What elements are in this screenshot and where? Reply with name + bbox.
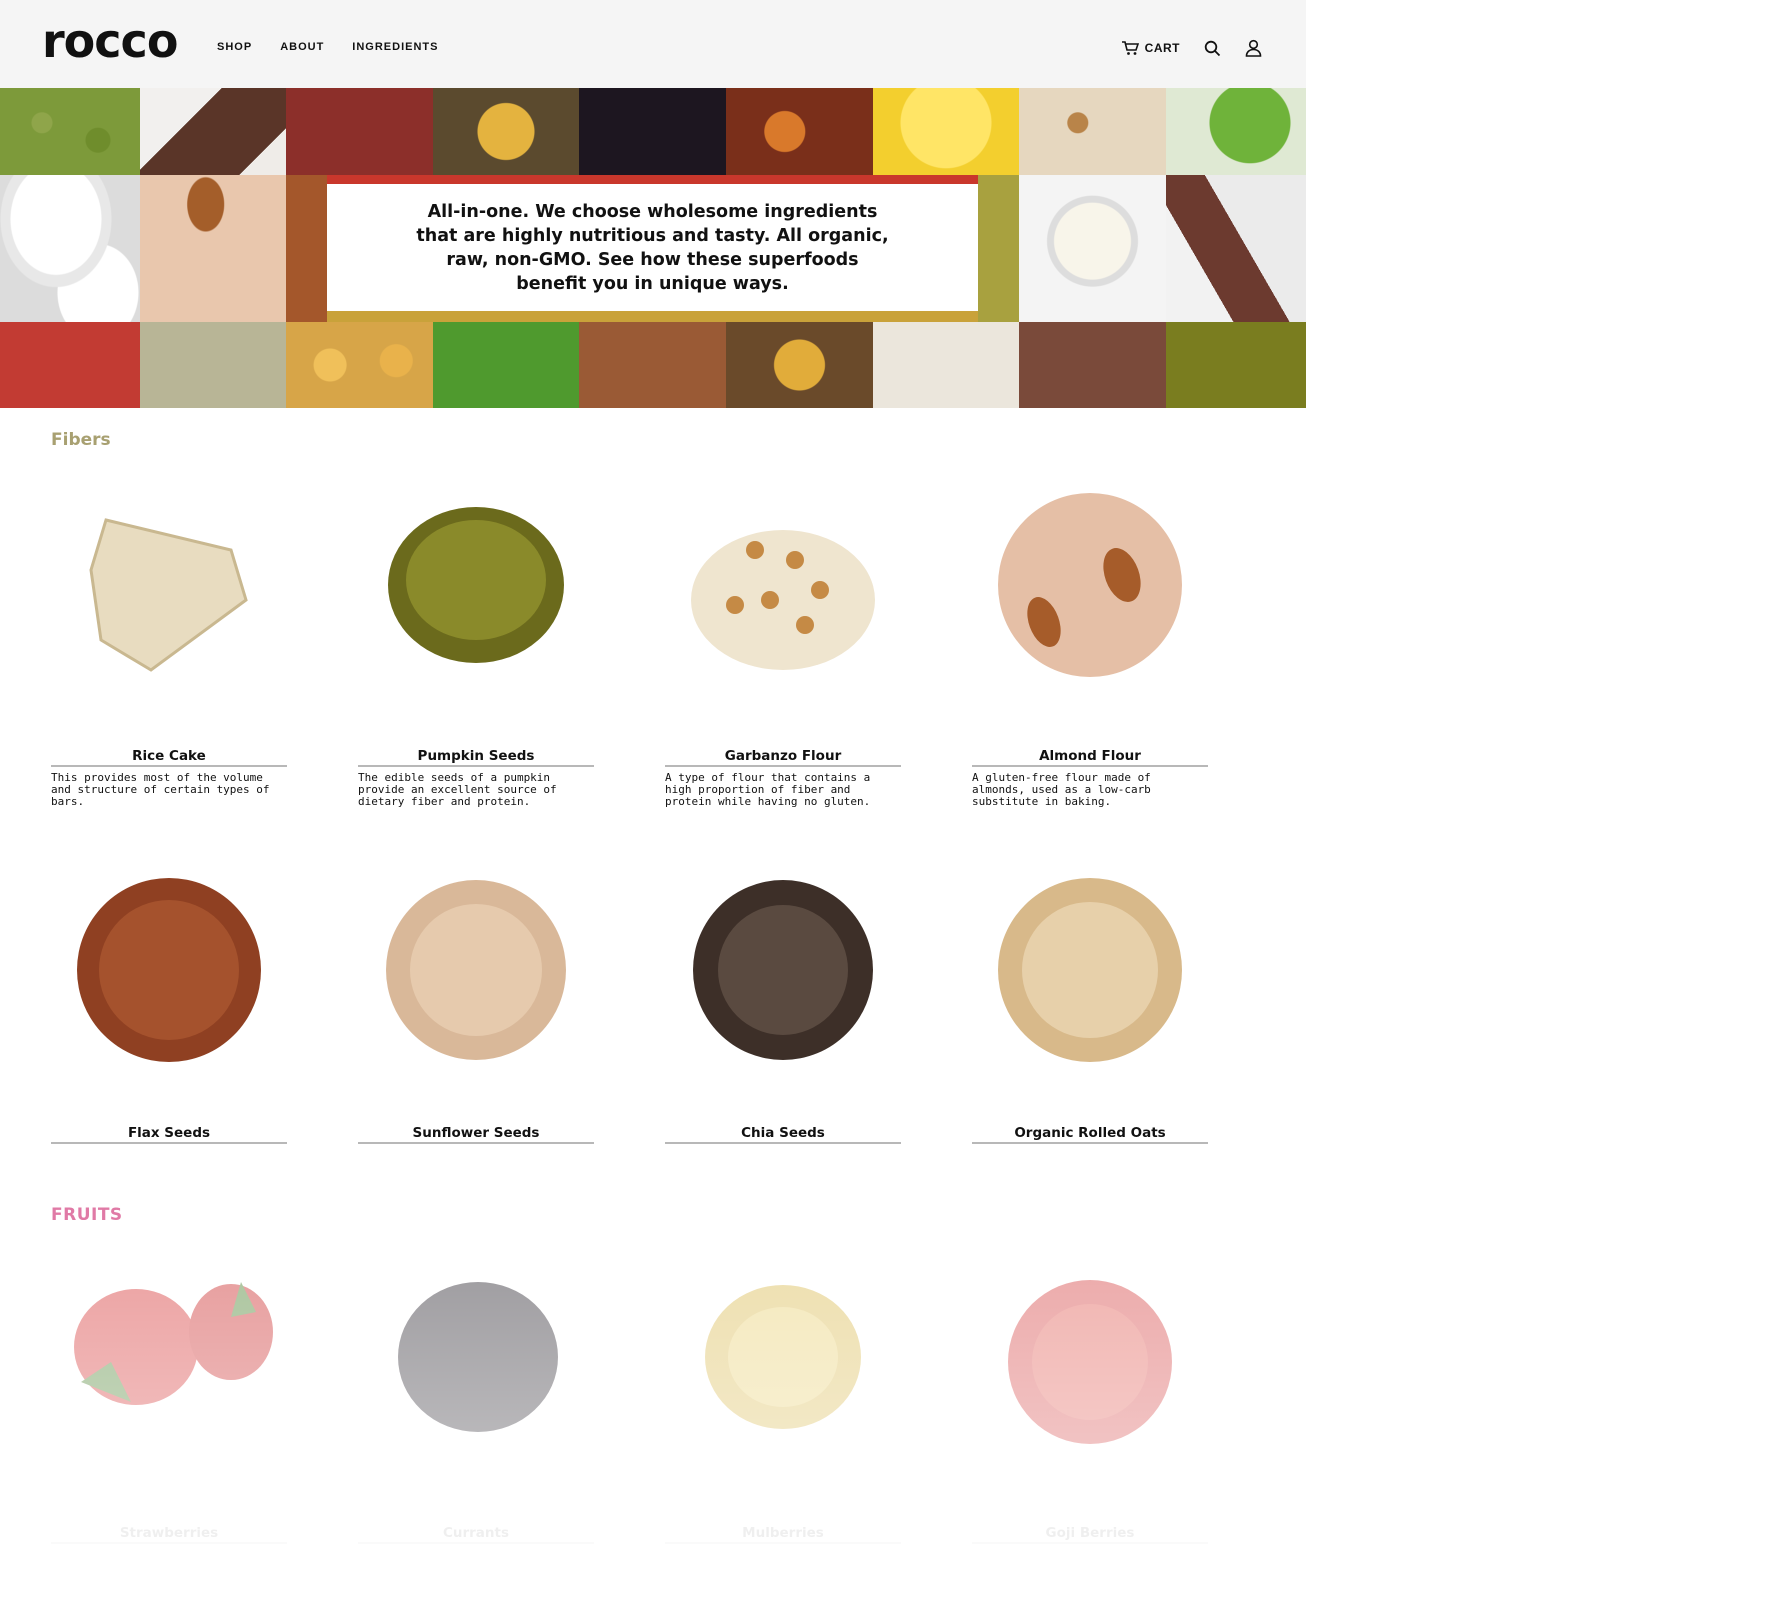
tile-eggs (0, 175, 140, 322)
main-nav: SHOP ABOUT INGREDIENTS (217, 41, 438, 53)
logo[interactable]: rocco (42, 18, 178, 64)
header-actions: CART (1121, 39, 1262, 57)
divider (51, 765, 287, 767)
strawberries-image (61, 1262, 277, 1478)
hero-mosaic: All-in-one. We choose wholesome ingredie… (0, 88, 1306, 408)
nav-shop[interactable]: SHOP (217, 41, 252, 53)
ingredient-name: Pumpkin Seeds (417, 748, 535, 764)
ingredient-name: Sunflower Seeds (412, 1125, 540, 1141)
hero-text: All-in-one. We choose wholesome ingredie… (416, 201, 889, 294)
ingredient-name: Garbanzo Flour (724, 748, 842, 764)
tile-hazelnut-flour (1019, 88, 1166, 175)
ingredient-name: Strawberries (119, 1525, 219, 1541)
rice-cake-image (61, 480, 277, 696)
hero-text-box: All-in-one. We choose wholesome ingredie… (327, 184, 978, 311)
cart-label: CART (1144, 41, 1180, 55)
tile-pumpkin-seeds (1166, 322, 1306, 408)
divider (972, 765, 1208, 767)
cart-icon (1121, 40, 1139, 56)
tile-green-peas (0, 88, 140, 175)
ingredient-desc: The edible seeds of a pumpkin provide an… (358, 771, 557, 808)
ingredient-name: Mulberries (742, 1525, 824, 1541)
account-icon[interactable] (1245, 39, 1262, 57)
ingredient-name: Flax Seeds (127, 1125, 211, 1141)
ingredient-desc: This provides most of the volume and str… (51, 771, 270, 808)
tile-vanilla-flower (1019, 175, 1166, 322)
tile-dried-fruit-2 (726, 322, 873, 408)
currants-image (368, 1262, 584, 1478)
tile-rice (873, 322, 1019, 408)
flax-seeds-image (61, 862, 277, 1078)
tile-cacao (1019, 322, 1166, 408)
divider (665, 1142, 901, 1144)
tile-chocolate (140, 88, 286, 175)
nav-ingredients[interactable]: INGREDIENTS (352, 41, 438, 53)
divider (358, 1142, 594, 1144)
almond-flour-image (982, 480, 1198, 696)
divider (665, 1542, 901, 1544)
cart-button[interactable]: CART (1121, 40, 1180, 56)
tile-almond-flour (140, 175, 286, 322)
ingredient-name: Rice Cake (132, 748, 206, 764)
divider (51, 1542, 287, 1544)
nav-about[interactable]: ABOUT (280, 41, 324, 53)
ingredient-name: Organic Rolled Oats (1014, 1125, 1166, 1141)
tile-strip-bottom (327, 311, 978, 322)
tile-coconut (1166, 175, 1306, 322)
ingredient-name: Goji Berries (1045, 1525, 1135, 1541)
fibers-heading: Fibers (51, 430, 111, 450)
sunflower-seeds-image (368, 862, 584, 1078)
ingredient-desc: A type of flour that contains a high pro… (665, 771, 871, 808)
tile-dried-berries (286, 88, 433, 175)
tile-mint-leaves (433, 322, 579, 408)
tile-chickpeas (286, 322, 433, 408)
tile-almonds (579, 322, 726, 408)
tile-currants (579, 88, 726, 175)
divider (51, 1142, 287, 1144)
pumpkin-seeds-image (368, 480, 584, 696)
ingredient-name: Chia Seeds (741, 1125, 825, 1141)
tile-goldenberries (726, 88, 873, 175)
goji-berries-image (982, 1262, 1198, 1478)
ingredient-name: Currants (442, 1525, 510, 1541)
divider (972, 1142, 1208, 1144)
tile-mint (1166, 88, 1306, 175)
tile-lemon (873, 88, 1019, 175)
tile-goji (0, 322, 140, 408)
ingredients-page: rocco SHOP ABOUT INGREDIENTS CART All-in… (0, 0, 1306, 1611)
ingredient-name: Almond Flour (1039, 748, 1141, 764)
divider (972, 1542, 1208, 1544)
tile-strip-top (327, 175, 978, 184)
divider (358, 765, 594, 767)
tile-cinnamon (286, 175, 327, 322)
site-header: rocco SHOP ABOUT INGREDIENTS CART (0, 0, 1306, 88)
garbanzo-flour-image (675, 480, 891, 696)
search-icon[interactable] (1204, 40, 1221, 57)
ingredient-desc: A gluten-free flour made of almonds, use… (972, 771, 1151, 808)
tile-hemp-seeds (140, 322, 286, 408)
fruits-heading: FRUITS (51, 1205, 123, 1225)
chia-seeds-image (675, 862, 891, 1078)
rolled-oats-image (982, 862, 1198, 1078)
divider (358, 1542, 594, 1544)
tile-dried-fruit (433, 88, 579, 175)
tile-pistachio (978, 175, 1019, 322)
mulberries-image (675, 1262, 891, 1478)
divider (665, 765, 901, 767)
